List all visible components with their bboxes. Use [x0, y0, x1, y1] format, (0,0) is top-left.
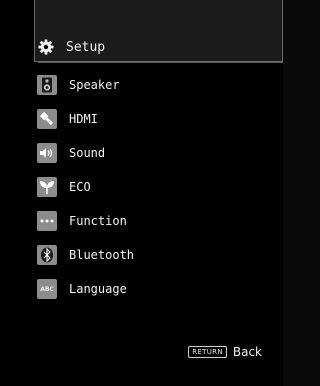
- speaker-icon: [37, 75, 57, 95]
- return-key-badge: RETURN: [188, 346, 227, 358]
- back-label: Back: [232, 345, 262, 359]
- setup-menu: Speaker HDMI Sound ECO Function Bluetoot…: [34, 68, 283, 306]
- menu-item-label: Sound: [69, 146, 106, 160]
- divider: [38, 62, 283, 63]
- page-title-label: Setup: [66, 39, 106, 55]
- language-abc-icon: ABC: [37, 279, 57, 299]
- hdmi-plug-icon: [37, 109, 57, 129]
- menu-item-function[interactable]: Function: [34, 204, 283, 238]
- gear-icon: [38, 39, 54, 55]
- sound-icon: [37, 143, 57, 163]
- bluetooth-icon: [37, 245, 57, 265]
- menu-item-label: Speaker: [69, 78, 120, 92]
- dots-icon: [37, 211, 57, 231]
- back-button[interactable]: RETURN Back: [188, 345, 262, 359]
- menu-item-label: HDMI: [69, 112, 98, 126]
- setup-screen: Setup Speaker HDMI Sound ECO Function Bl…: [0, 0, 283, 386]
- menu-item-label: ECO: [69, 180, 91, 194]
- menu-item-label: Language: [69, 282, 127, 296]
- leaf-icon: [37, 177, 57, 197]
- menu-item-hdmi[interactable]: HDMI: [34, 102, 283, 136]
- page-title: Setup: [38, 37, 105, 57]
- menu-item-bluetooth[interactable]: Bluetooth: [34, 238, 283, 272]
- menu-item-eco[interactable]: ECO: [34, 170, 283, 204]
- menu-item-label: Function: [69, 214, 127, 228]
- menu-item-sound[interactable]: Sound: [34, 136, 283, 170]
- menu-item-label: Bluetooth: [69, 248, 135, 262]
- menu-item-language[interactable]: ABC Language: [34, 272, 283, 306]
- menu-item-speaker[interactable]: Speaker: [34, 68, 283, 102]
